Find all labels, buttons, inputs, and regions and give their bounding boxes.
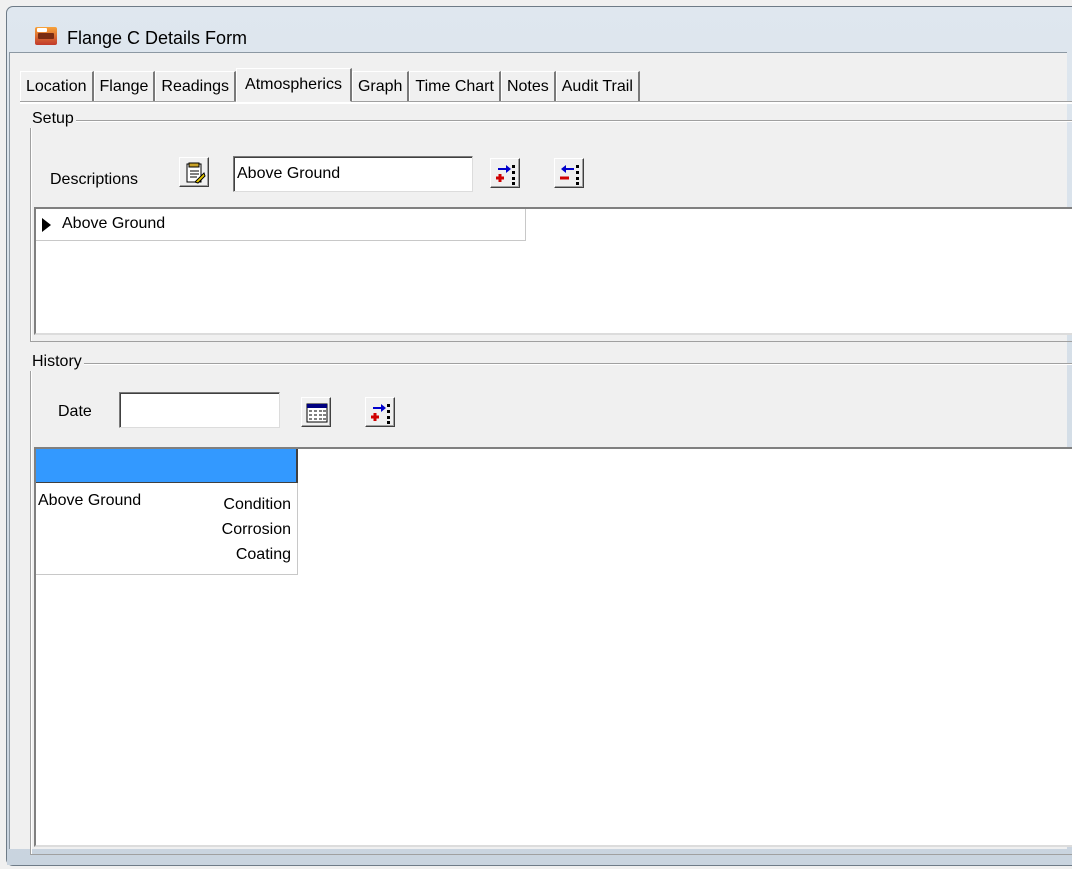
tab-page-border	[20, 101, 1072, 104]
date-label: Date	[58, 403, 92, 420]
date-input[interactable]	[119, 392, 280, 428]
tab-atmospherics[interactable]: Atmospherics	[236, 68, 352, 102]
tab-graph[interactable]: Graph	[351, 71, 410, 101]
grid-row-text: Above Ground	[62, 215, 166, 232]
history-grid-header[interactable]	[36, 449, 298, 483]
tab-flange[interactable]: Flange	[93, 71, 156, 101]
history-grid[interactable]: Above Ground Condition Corrosion Coating	[34, 447, 1072, 847]
attribute-corrosion: Corrosion	[221, 521, 291, 538]
add-history-button[interactable]	[365, 397, 395, 427]
attribute-condition: Condition	[223, 496, 291, 513]
tab-notes[interactable]: Notes	[500, 71, 556, 101]
grid-row[interactable]: Above Ground	[36, 209, 526, 241]
descriptions-input[interactable]	[233, 156, 473, 192]
history-group-label: History	[30, 353, 84, 371]
window-frame-bottom	[7, 857, 1072, 865]
add-history-icon	[371, 404, 390, 424]
descriptions-label: Descriptions	[50, 171, 139, 188]
tab-time-chart[interactable]: Time Chart	[409, 71, 501, 101]
history-row-name: Above Ground	[38, 492, 142, 509]
attribute-coating: Coating	[235, 546, 291, 563]
descriptions-grid[interactable]: Above Ground	[34, 207, 1072, 335]
app-icon[interactable]	[35, 27, 57, 45]
calendar-icon	[306, 403, 328, 423]
row-pointer-icon	[36, 209, 58, 241]
descriptions-lookup-button[interactable]	[179, 157, 209, 187]
remove-record-button[interactable]	[554, 158, 584, 188]
window-title: Flange C Details Form	[67, 28, 248, 48]
remove-record-icon	[560, 165, 579, 185]
add-record-button[interactable]	[490, 158, 520, 188]
tab-audit-trail[interactable]: Audit Trail	[555, 71, 640, 101]
history-grid-row[interactable]: Above Ground Condition Corrosion Coating	[36, 483, 298, 575]
calendar-button[interactable]	[301, 397, 331, 427]
history-attributes: Condition Corrosion Coating	[222, 492, 291, 567]
add-record-icon	[496, 165, 515, 185]
tab-location[interactable]: Location	[20, 71, 94, 101]
notepad-icon	[186, 162, 206, 184]
tab-readings[interactable]: Readings	[155, 71, 237, 101]
tab-strip: Location Flange Readings Atmospherics Gr…	[20, 67, 640, 102]
setup-group-label: Setup	[30, 110, 76, 128]
